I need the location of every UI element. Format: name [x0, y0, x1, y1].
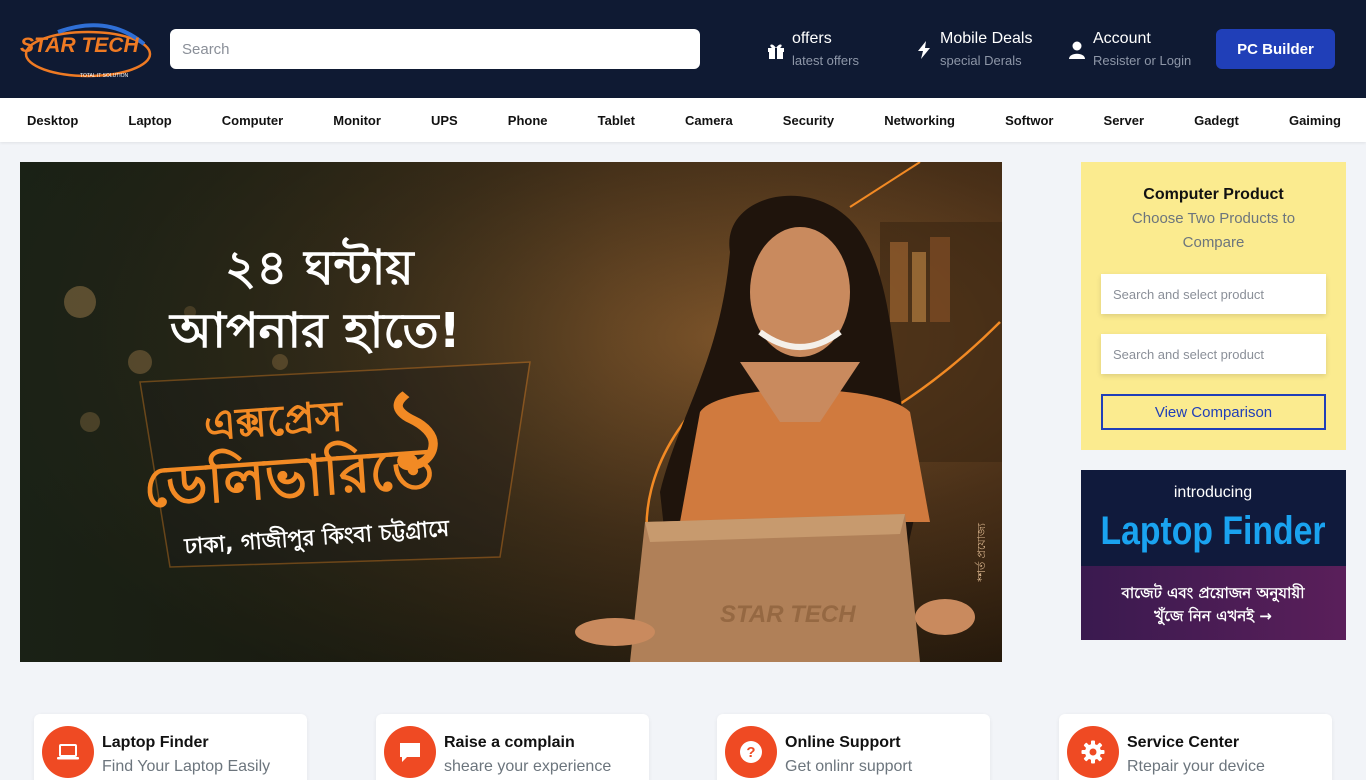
service-card-online-support[interactable]: ? Online Support Get onlinr support [717, 714, 990, 780]
promo-line-1: বাজেট এবং প্রয়োজন অনুযায়ী [1120, 583, 1305, 602]
service-title: Laptop Finder [102, 734, 209, 751]
chat-icon [384, 726, 436, 778]
compare-product-1-input[interactable] [1101, 274, 1326, 314]
hero-banner[interactable]: STAR TECH ২৪ ঘন্টায় আপনার হাতে! এক্সপ্র… [20, 162, 1002, 662]
nav-item-gaming[interactable]: Gaiming [1289, 113, 1341, 128]
compare-product-2-input[interactable] [1101, 334, 1326, 374]
banner-line-1: ২৪ ঘন্টায় [225, 237, 415, 296]
laptop-icon [42, 726, 94, 778]
gear-icon [1067, 726, 1119, 778]
banner-terms: *শর্ত প্রযোজ্য [975, 522, 988, 582]
offers-subtitle: latest offers [792, 53, 859, 68]
banner-line-3: এক্সপ্রেস [202, 391, 345, 450]
service-card-service-center[interactable]: Service Center Rtepair your device [1059, 714, 1332, 780]
category-nav: Desktop Laptop Computer Monitor UPS Phon… [0, 98, 1366, 142]
service-subtitle: Find Your Laptop Easily [102, 758, 271, 775]
nav-item-security[interactable]: Security [783, 113, 834, 128]
box-logo: STAR TECH [720, 601, 856, 628]
logo-tagline: TOTAL IT SOLUTION [80, 73, 129, 79]
banner-artwork: STAR TECH ২৪ ঘন্টায় আপনার হাতে! এক্সপ্র… [20, 162, 1002, 662]
service-subtitle: Get onlinr support [785, 758, 913, 775]
nav-item-ups[interactable]: UPS [431, 113, 458, 128]
mobile-deals-title: Mobile Deals [940, 30, 1033, 47]
offers-title: offers [792, 30, 832, 47]
nav-item-monitor[interactable]: Monitor [333, 113, 381, 128]
top-header: STAR TECH TOTAL IT SOLUTION offers lates… [0, 0, 1366, 98]
compare-title: Computer Product [1143, 186, 1284, 203]
nav-item-computer[interactable]: Computer [222, 113, 283, 128]
account-subtitle: Resister or Login [1093, 53, 1192, 68]
mobile-deals-subtitle: special Derals [940, 53, 1022, 68]
logo-text: STAR TECH [20, 34, 139, 57]
service-subtitle: Rtepair your device [1127, 758, 1265, 775]
nav-item-networking[interactable]: Networking [884, 113, 955, 128]
compare-panel: Computer Product Choose Two Products to … [1081, 162, 1346, 450]
account-title: Account [1093, 30, 1151, 47]
promo-title: Laptop Finder [1101, 509, 1326, 553]
lightning-icon [918, 41, 930, 59]
view-comparison-button[interactable]: View Comparison [1101, 394, 1326, 430]
nav-item-gadget[interactable]: Gadegt [1194, 113, 1239, 128]
service-title: Service Center [1127, 734, 1240, 751]
promo-artwork: introducing Laptop Finder বাজেট এবং প্রয… [1081, 470, 1346, 640]
nav-item-phone[interactable]: Phone [508, 113, 548, 128]
service-title: Online Support [785, 734, 901, 751]
nav-item-desktop[interactable]: Desktop [27, 113, 78, 128]
question-icon: ? [725, 726, 777, 778]
pc-builder-button[interactable]: PC Builder [1216, 29, 1335, 69]
svg-text:?: ? [746, 744, 755, 761]
service-card-laptop-finder[interactable]: Laptop Finder Find Your Laptop Easily [34, 714, 307, 780]
promo-line-2: খুঁজে নিন এখনই → [1153, 606, 1272, 625]
user-icon [1069, 41, 1085, 59]
compare-subtitle: Choose Two Products to Compare [1131, 210, 1296, 251]
nav-item-tablet[interactable]: Tablet [598, 113, 635, 128]
service-card-raise-complain[interactable]: Raise a complain sheare your experience [376, 714, 649, 780]
gift-icon [768, 44, 784, 59]
promo-intro: introducing [1174, 484, 1252, 501]
laptop-finder-promo[interactable]: introducing Laptop Finder বাজেট এবং প্রয… [1081, 470, 1346, 640]
service-title: Raise a complain [444, 734, 575, 751]
banner-line-2: আপনার হাতে! [168, 303, 461, 359]
nav-item-camera[interactable]: Camera [685, 113, 733, 128]
service-subtitle: sheare your experience [444, 758, 612, 775]
search-input[interactable] [170, 29, 700, 69]
nav-item-laptop[interactable]: Laptop [128, 113, 171, 128]
nav-item-software[interactable]: Softwor [1005, 113, 1053, 128]
star-tech-logo[interactable]: STAR TECH TOTAL IT SOLUTION [18, 18, 152, 82]
nav-item-server[interactable]: Server [1104, 113, 1144, 128]
